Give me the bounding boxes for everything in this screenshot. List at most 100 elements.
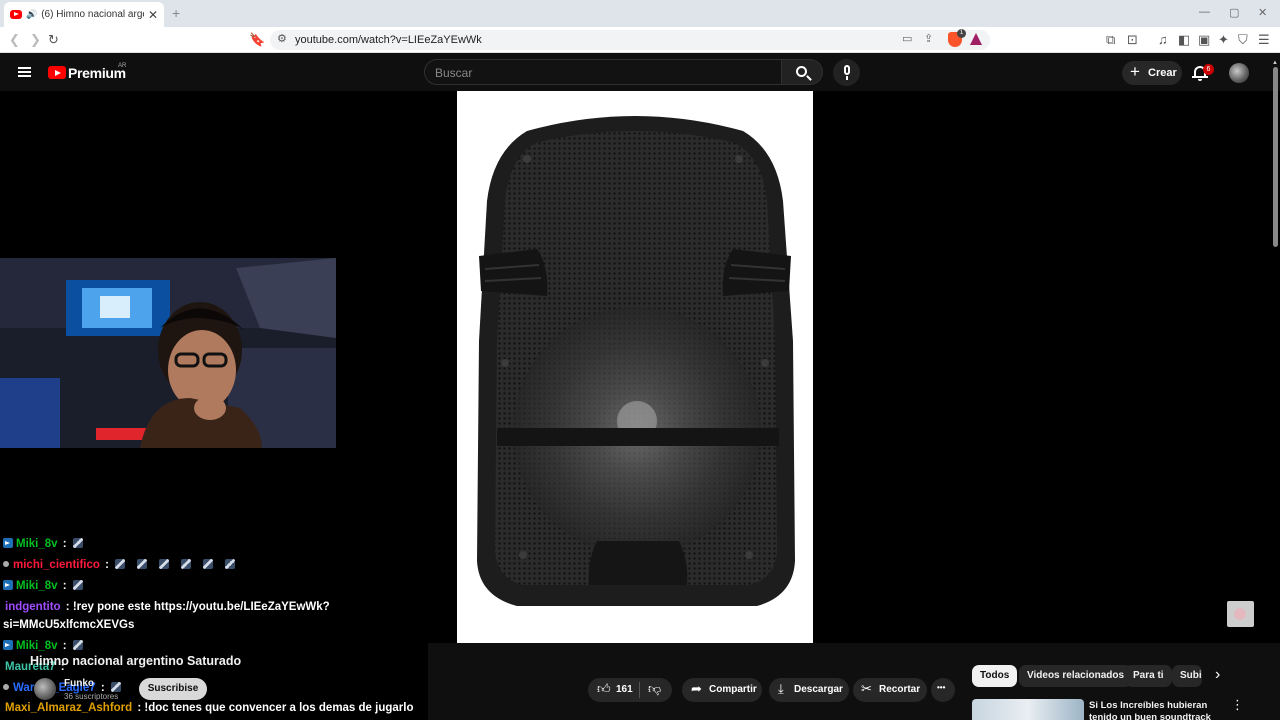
chip-uploaded[interactable]: Subid bbox=[1172, 665, 1202, 687]
speaker-illustration bbox=[477, 116, 795, 606]
chip-all[interactable]: Todos bbox=[972, 665, 1018, 687]
mic-stand bbox=[846, 76, 848, 80]
subscriber-count: 36 suscriptores bbox=[64, 692, 119, 701]
tab-strip: 🔊 (6) Himno nacional argentino ✕ + — ▢ ✕ bbox=[0, 0, 1280, 27]
chat-username: Miki_8v bbox=[16, 640, 58, 652]
chat-text: si=MMcU5xlfcmcXEVGs bbox=[3, 619, 135, 631]
wallet-icon[interactable]: ▣ bbox=[1198, 32, 1210, 48]
chat-username: indgentito bbox=[5, 601, 61, 613]
channel-avatar[interactable] bbox=[34, 678, 56, 700]
video-actions-bar: 👍︎ 161 👎︎ ➦ Compartir ⤓ Descargar ✂ Reco… bbox=[428, 643, 958, 720]
emote-icon bbox=[72, 538, 83, 548]
clip-button[interactable]: ✂ Recortar bbox=[853, 678, 927, 702]
restore-button[interactable]: ▢ bbox=[1229, 6, 1239, 19]
channel-name[interactable]: Funko bbox=[64, 678, 94, 689]
share-label: Compartir bbox=[709, 684, 757, 695]
chat-message: Maxi_Almaraz_Ashford : !doc tenes que co… bbox=[5, 702, 414, 714]
vpn-shield-icon[interactable]: ⛉ bbox=[1238, 32, 1248, 48]
leo-ai-icon[interactable]: ✦ bbox=[1218, 32, 1229, 48]
more-actions-button[interactable]: ••• bbox=[931, 678, 955, 702]
recommendations-column: Todos Videos relacionados Para ti Subid … bbox=[958, 643, 1280, 720]
browser-tab[interactable]: 🔊 (6) Himno nacional argentino ✕ bbox=[4, 2, 164, 27]
more-vert-icon[interactable]: ⋮ bbox=[1231, 698, 1244, 711]
minimize-button[interactable]: — bbox=[1199, 6, 1210, 18]
chat-username: Miki_8v bbox=[16, 580, 58, 592]
like-dislike-group: 👍︎ 161 👎︎ bbox=[588, 678, 672, 702]
youtube-logo-icon[interactable] bbox=[48, 66, 66, 79]
audio-playing-icon[interactable]: 🔊 bbox=[26, 9, 37, 20]
streamer-webcam-overlay bbox=[0, 258, 336, 448]
search-button[interactable] bbox=[782, 59, 823, 85]
scissors-icon: ✂ bbox=[861, 681, 872, 696]
thumbs-up-icon[interactable]: 👍︎ bbox=[597, 681, 611, 697]
chevron-right-icon[interactable]: › bbox=[1215, 666, 1220, 684]
share-button[interactable]: ➦ Compartir bbox=[682, 678, 762, 702]
notification-count-badge: 6 bbox=[1203, 64, 1214, 75]
chat-message: si=MMcU5xlfcmcXEVGs bbox=[3, 619, 134, 631]
recommended-thumbnail[interactable] bbox=[972, 699, 1084, 720]
chat-text: !doc tenes que convencer a los demas de … bbox=[144, 702, 414, 714]
divider bbox=[639, 682, 640, 698]
reload-icon[interactable]: ↻ bbox=[48, 32, 59, 48]
site-info-icon[interactable]: ⚙ bbox=[277, 32, 287, 45]
prime-badge-icon bbox=[3, 538, 13, 548]
sidebar-icon[interactable]: ◧ bbox=[1178, 32, 1190, 48]
chat-username: michi_cientifico bbox=[13, 559, 100, 571]
menu-icon[interactable] bbox=[18, 67, 31, 77]
thumbs-down-icon[interactable]: 👎︎ bbox=[648, 681, 661, 697]
search-placeholder: Buscar bbox=[435, 66, 473, 80]
chat-message: michi_cientifico : bbox=[3, 559, 235, 571]
url-text[interactable]: youtube.com/watch?v=LIEeZaYEwWk bbox=[295, 34, 482, 46]
subscribe-button[interactable]: Suscribise bbox=[139, 678, 207, 700]
search-input[interactable]: Buscar bbox=[424, 59, 782, 85]
download-icon: ⤓ bbox=[778, 681, 784, 696]
more-icon: ••• bbox=[937, 683, 946, 692]
screenshot-icon[interactable]: ⊡ bbox=[1127, 32, 1138, 48]
bookmark-icon[interactable]: 🔖 bbox=[249, 32, 265, 48]
create-label: Crear bbox=[1148, 67, 1177, 79]
browser-window: 🔊 (6) Himno nacional argentino ✕ + — ▢ ✕… bbox=[0, 0, 1280, 720]
emote-icon bbox=[136, 559, 147, 569]
scroll-up-icon[interactable]: ▲ bbox=[1272, 60, 1278, 66]
mic-icon bbox=[844, 65, 850, 75]
page-scrollbar[interactable]: ▲ bbox=[1270, 60, 1280, 720]
download-label: Descargar bbox=[794, 684, 843, 695]
account-avatar[interactable] bbox=[1229, 63, 1249, 83]
chip-related[interactable]: Videos relacionados bbox=[1019, 665, 1133, 687]
plus-icon: + bbox=[1130, 62, 1140, 81]
address-bar[interactable]: ⚙ youtube.com/watch?v=LIEeZaYEwWk ▭ ⇪ 1 bbox=[270, 29, 990, 50]
tab-close-icon[interactable]: ✕ bbox=[148, 8, 158, 22]
chat-username: Maxi_Almaraz_Ashford bbox=[5, 702, 133, 714]
extensions-icon[interactable]: ⧉ bbox=[1106, 32, 1115, 48]
clip-label: Recortar bbox=[879, 684, 921, 695]
search-icon bbox=[796, 66, 807, 77]
create-button[interactable]: + Crear bbox=[1122, 61, 1182, 85]
cast-icon[interactable]: ▭ bbox=[902, 32, 912, 45]
chip-for-you[interactable]: Para ti bbox=[1125, 665, 1172, 687]
brave-rewards-icon[interactable] bbox=[970, 33, 982, 45]
country-code: AR bbox=[118, 63, 127, 69]
tab-title: (6) Himno nacional argentino bbox=[41, 9, 144, 20]
share-page-icon[interactable]: ⇪ bbox=[924, 32, 933, 45]
video-frame-speaker-image[interactable] bbox=[457, 91, 813, 643]
emote-icon bbox=[158, 559, 169, 569]
chat-message: Miki_8v : bbox=[3, 580, 83, 592]
like-count[interactable]: 161 bbox=[616, 684, 633, 695]
prime-badge-icon bbox=[3, 640, 13, 650]
prime-badge-icon bbox=[3, 580, 13, 590]
new-tab-button[interactable]: + bbox=[172, 5, 180, 21]
brave-shields-icon[interactable]: 1 bbox=[948, 29, 966, 47]
emote-icon bbox=[180, 559, 191, 569]
bell-base bbox=[1192, 76, 1208, 78]
back-arrow-icon[interactable]: ❮ bbox=[9, 32, 20, 48]
emote-icon bbox=[72, 640, 83, 650]
bell-clapper bbox=[1198, 79, 1202, 81]
browser-menu-icon[interactable]: ☰ bbox=[1258, 32, 1270, 48]
recommended-title[interactable]: Si Los Increíbles hubieran tenido un bue… bbox=[1089, 700, 1214, 720]
media-icon[interactable]: ♫ bbox=[1158, 32, 1168, 48]
scrollbar-thumb[interactable] bbox=[1273, 67, 1278, 247]
download-button[interactable]: ⤓ Descargar bbox=[769, 678, 849, 702]
close-window-button[interactable]: ✕ bbox=[1258, 6, 1267, 19]
voice-search-button[interactable] bbox=[833, 59, 860, 86]
forward-arrow-icon[interactable]: ❯ bbox=[30, 32, 41, 48]
